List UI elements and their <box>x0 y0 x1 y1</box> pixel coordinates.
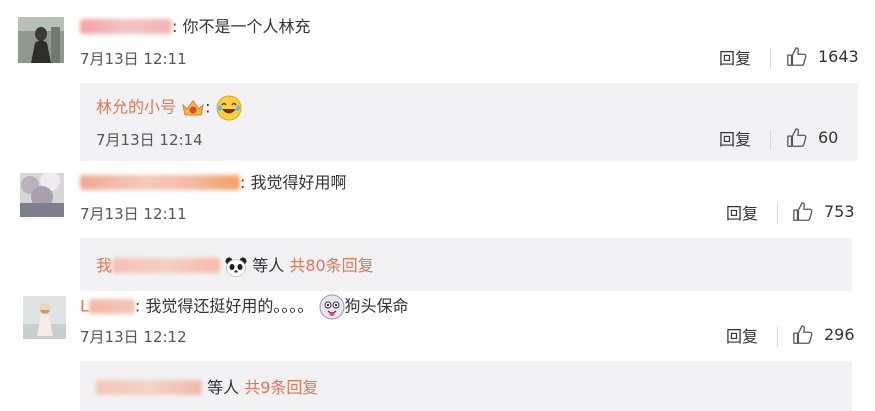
panda-emoji <box>225 257 247 277</box>
divider <box>770 49 771 69</box>
avatar[interactable] <box>20 173 64 217</box>
sub-reply-username[interactable]: 林允的小号 <box>96 98 176 117</box>
sub-like-button[interactable]: 60 <box>786 127 838 149</box>
like-button[interactable]: 753 <box>792 201 855 223</box>
thumbs-up-icon <box>793 325 813 344</box>
reply-button[interactable]: 回复 <box>726 327 758 347</box>
thumbs-up-icon <box>787 47 807 66</box>
more-replies-count[interactable]: 共9条回复 <box>244 378 318 397</box>
username-redacted[interactable] <box>80 175 240 190</box>
replier-redacted[interactable] <box>112 258 221 273</box>
comment-text-line: : 你不是一个人林充 <box>80 16 311 38</box>
sub-reply-button[interactable]: 回复 <box>719 130 751 150</box>
divider <box>777 327 778 347</box>
comment-time: 7月13日 12:12 <box>80 328 187 346</box>
sub-reply-time: 7月13日 12:14 <box>96 131 203 149</box>
thumbs-up-icon <box>793 202 813 221</box>
like-count: 60 <box>818 128 839 147</box>
like-count: 296 <box>824 325 855 344</box>
sub-reply-colon: : <box>205 97 211 117</box>
crown-badge-icon <box>182 100 204 116</box>
comment-text-line: L: 我觉得还挺好用的。。。。 狗头保命 <box>80 294 409 320</box>
laughing-emoji <box>216 95 242 121</box>
comment-text-line: : 我觉得好用啊 <box>80 172 347 194</box>
replier-redacted[interactable] <box>96 380 202 395</box>
reply-button[interactable]: 回复 <box>726 204 758 224</box>
avatar[interactable] <box>23 296 66 339</box>
comment-time: 7月13日 12:11 <box>80 205 187 223</box>
sub-reply-line: 林允的小号 : <box>96 95 242 121</box>
reply-button[interactable]: 回复 <box>719 49 751 69</box>
doge-emoji <box>319 294 345 320</box>
comment-text: 你不是一个人林充 <box>182 17 311 36</box>
more-replies-suffix: 等人 <box>252 256 285 275</box>
comment-text: 我觉得好用啊 <box>250 173 347 192</box>
more-replies-suffix: 等人 <box>207 378 240 397</box>
replier-name-prefix[interactable]: 我 <box>96 256 112 275</box>
more-replies-line[interactable]: 我 等人 共80条回复 <box>96 255 374 277</box>
more-replies-count[interactable]: 共80条回复 <box>289 256 373 275</box>
thumbs-up-icon <box>787 128 807 147</box>
divider <box>770 130 771 150</box>
username-redacted[interactable] <box>88 298 135 314</box>
username-prefix[interactable]: L <box>80 297 89 316</box>
comment-text-after-emoji: 狗头保命 <box>344 296 409 316</box>
username-redacted[interactable] <box>80 19 172 34</box>
divider <box>777 204 778 224</box>
like-button[interactable]: 1643 <box>786 46 859 68</box>
comment-time: 7月13日 12:11 <box>80 50 187 68</box>
like-button[interactable]: 296 <box>792 324 855 346</box>
avatar[interactable] <box>18 17 64 63</box>
like-count: 1643 <box>818 47 859 66</box>
comment-text: 我觉得还挺好用的。。。。 <box>145 296 314 316</box>
like-count: 753 <box>824 202 855 221</box>
more-replies-line[interactable]: 等人 共9条回复 <box>96 377 318 399</box>
